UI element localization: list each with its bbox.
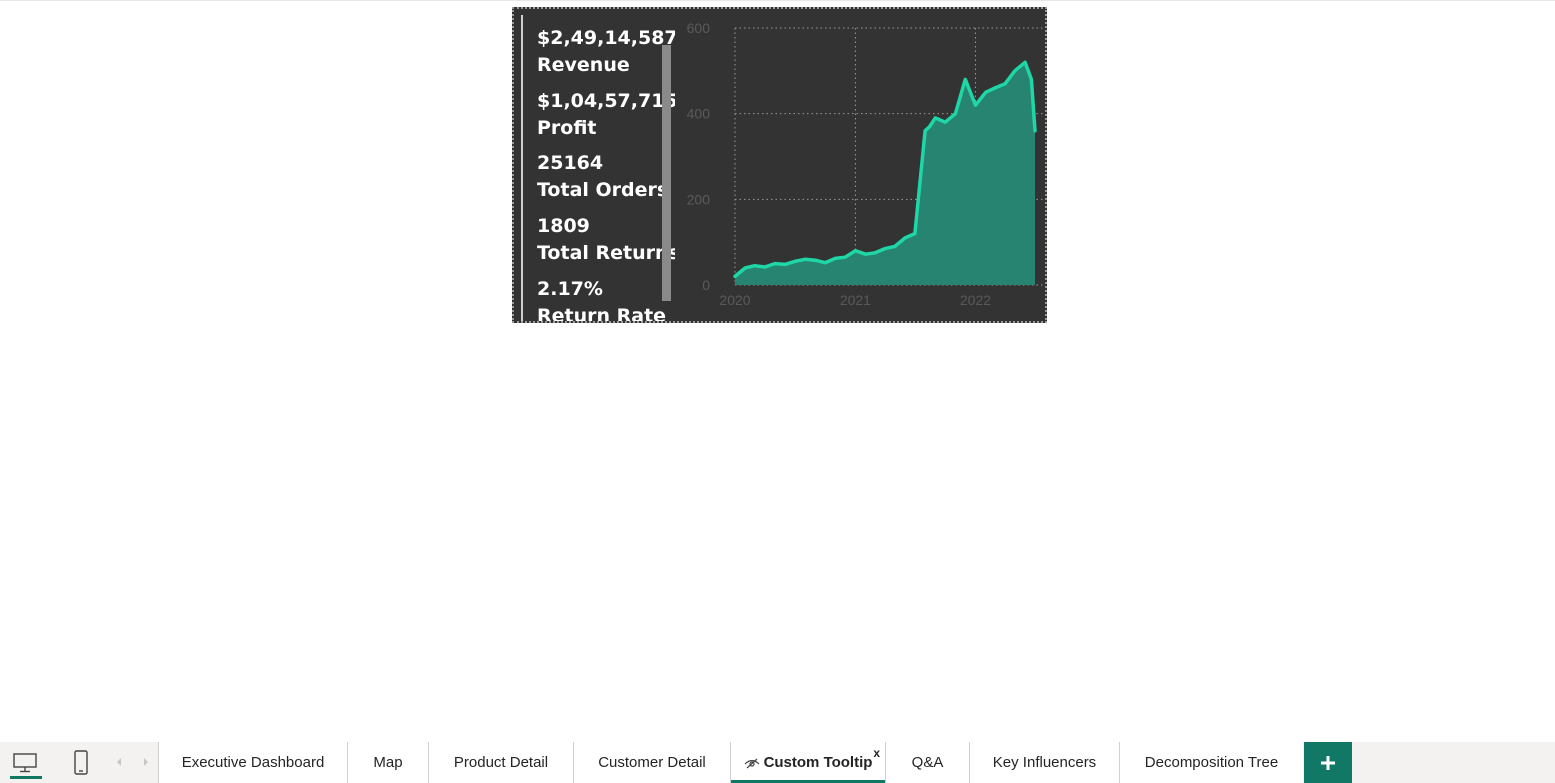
y-tick-label: 0 xyxy=(702,277,710,293)
report-canvas: $2,49,14,587 Revenue $1,04,57,715 Profit… xyxy=(0,0,1555,783)
tab-executive-dashboard[interactable]: Executive Dashboard xyxy=(159,742,347,783)
revenue-area-fill xyxy=(735,62,1035,285)
x-tick-label: 2022 xyxy=(960,292,991,308)
tab-customer-detail[interactable]: Customer Detail xyxy=(574,742,730,783)
tab-qa[interactable]: Q&A xyxy=(886,742,969,783)
tab-label: Q&A xyxy=(911,754,944,771)
tab-label: Custom Tooltip xyxy=(763,754,873,771)
plus-icon xyxy=(1321,755,1335,770)
mobile-view-button[interactable] xyxy=(58,742,104,783)
revenue-area-chart[interactable]: 0 200 400 600 2020 2021 2022 xyxy=(514,9,1045,321)
mobile-icon xyxy=(74,749,88,775)
close-tab-button[interactable]: x xyxy=(873,747,880,759)
x-tick-label: 2020 xyxy=(719,292,750,308)
next-page-button[interactable] xyxy=(140,754,152,770)
desktop-icon xyxy=(13,752,37,772)
tab-label: Product Detail xyxy=(453,754,549,771)
add-page-button[interactable] xyxy=(1304,742,1352,783)
y-tick-label: 400 xyxy=(687,106,711,122)
tab-label: Key Influencers xyxy=(992,754,1097,771)
eye-hidden-icon xyxy=(744,756,760,773)
tab-key-influencers[interactable]: Key Influencers xyxy=(970,742,1119,783)
chevron-left-icon xyxy=(117,758,121,766)
active-view-indicator xyxy=(10,776,42,779)
custom-tooltip-visual[interactable]: $2,49,14,587 Revenue $1,04,57,715 Profit… xyxy=(512,7,1047,323)
desktop-view-button[interactable] xyxy=(0,742,50,783)
tab-map[interactable]: Map xyxy=(348,742,428,783)
y-tick-label: 200 xyxy=(687,191,711,207)
tab-product-detail[interactable]: Product Detail xyxy=(429,742,573,783)
tab-label: Decomposition Tree xyxy=(1144,754,1279,771)
y-tick-label: 600 xyxy=(687,20,711,36)
tab-decomposition-tree[interactable]: Decomposition Tree xyxy=(1120,742,1303,783)
top-divider xyxy=(0,0,1555,1)
tab-label: Customer Detail xyxy=(598,754,706,771)
tab-label: Map xyxy=(373,754,403,771)
page-tab-bar: Executive Dashboard Map Product Detail C… xyxy=(0,742,1555,783)
chevron-right-icon xyxy=(144,758,148,766)
x-tick-label: 2021 xyxy=(840,292,871,308)
tab-custom-tooltip[interactable]: Custom Tooltip x xyxy=(731,742,885,783)
previous-page-button[interactable] xyxy=(113,754,125,770)
tab-label: Executive Dashboard xyxy=(181,754,325,771)
